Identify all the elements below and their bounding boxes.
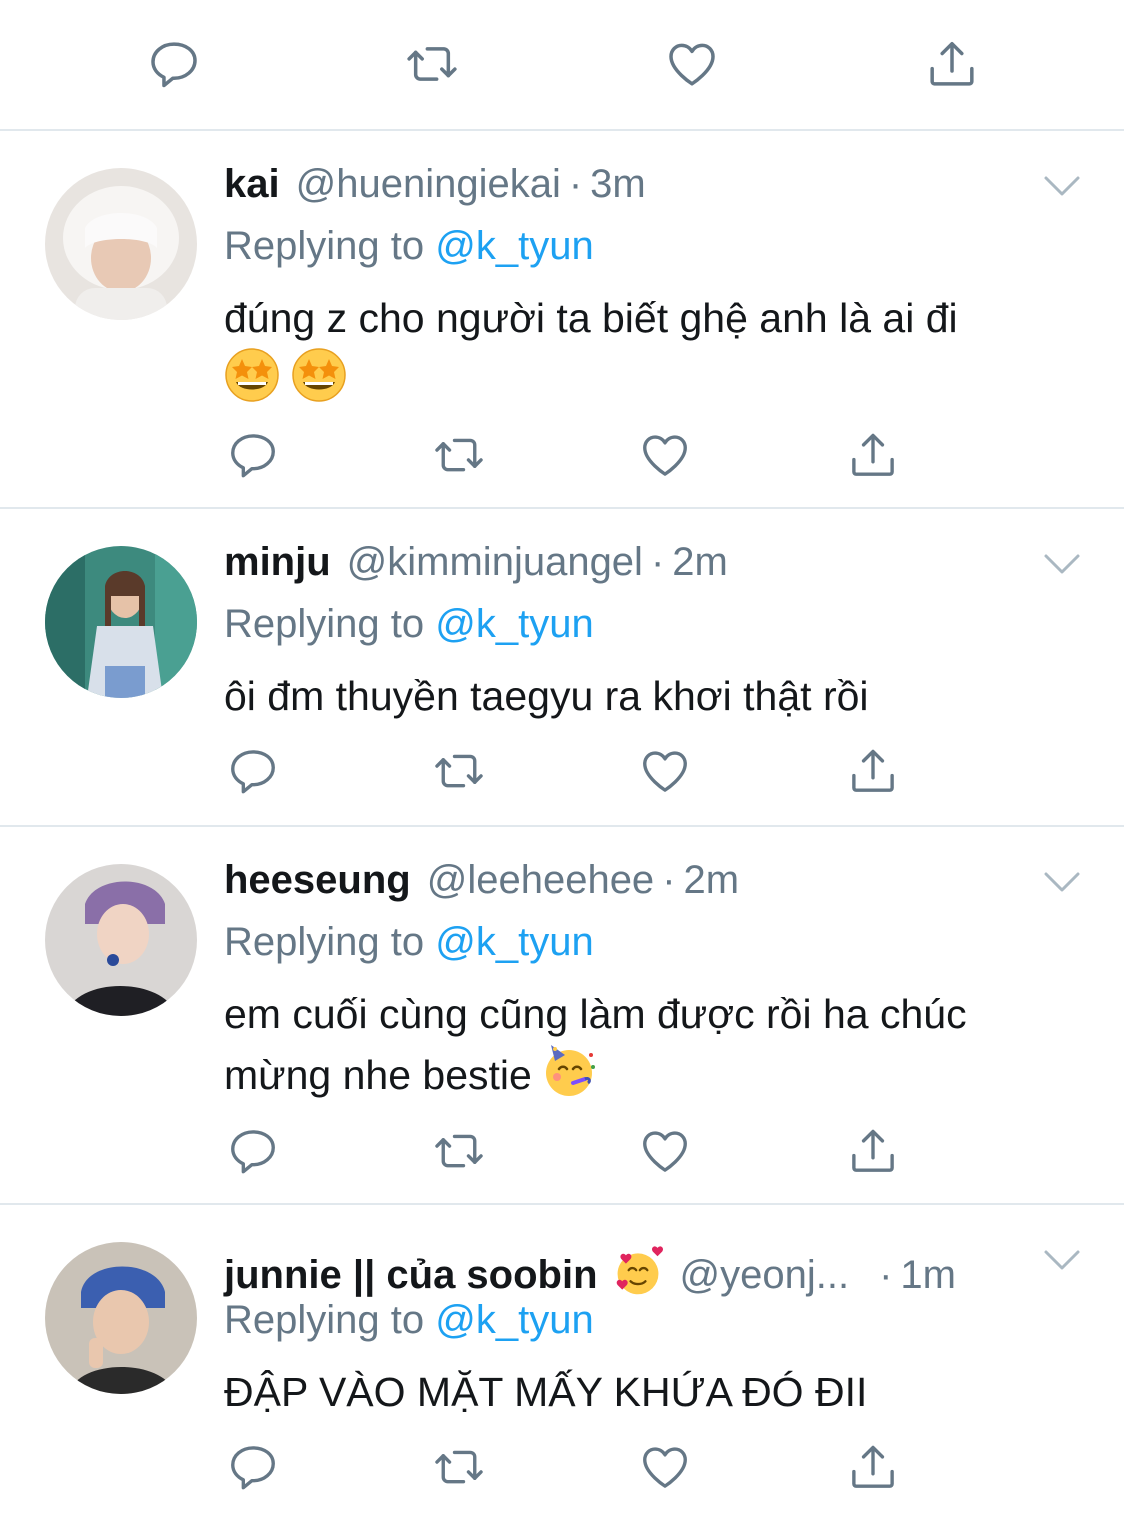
tweet-text: đúng z cho người ta biết ghệ anh là ai đ… bbox=[224, 290, 1084, 408]
replying-to: Replying to @k_tyun bbox=[224, 920, 594, 965]
replying-to: Replying to @k_tyun bbox=[224, 602, 594, 647]
chevron-down-icon[interactable] bbox=[1042, 1246, 1082, 1276]
share-icon[interactable] bbox=[846, 1440, 900, 1494]
retweet-icon[interactable] bbox=[432, 428, 486, 482]
avatar[interactable] bbox=[45, 864, 197, 1016]
display-name[interactable]: junnie || của soobin bbox=[224, 1253, 598, 1298]
retweet-icon[interactable] bbox=[432, 744, 486, 798]
avatar[interactable] bbox=[45, 168, 197, 320]
reply-icon[interactable] bbox=[226, 428, 280, 482]
separator-dot: · bbox=[879, 1253, 893, 1297]
replying-label: Replying to bbox=[224, 602, 425, 646]
user-handle[interactable]: @hueningiekai bbox=[296, 162, 561, 207]
like-icon[interactable] bbox=[638, 1124, 692, 1178]
reply-icon[interactable] bbox=[226, 1124, 280, 1178]
display-name[interactable]: minju bbox=[224, 540, 331, 585]
mention-link[interactable]: @k_tyun bbox=[435, 602, 593, 646]
like-icon[interactable] bbox=[638, 744, 692, 798]
reply-tweet[interactable]: minju @kimminjuangel · 2m Replying to @k… bbox=[0, 508, 1124, 826]
reply-icon[interactable] bbox=[144, 34, 204, 94]
mention-link[interactable]: @k_tyun bbox=[435, 920, 593, 964]
tweet-text-line: em cuối cùng cũng làm được rồi ha chúc bbox=[224, 991, 967, 1037]
avatar[interactable] bbox=[45, 1242, 197, 1394]
star-struck-emoji bbox=[224, 347, 280, 403]
avatar[interactable] bbox=[45, 546, 197, 698]
reply-icon[interactable] bbox=[226, 1440, 280, 1494]
reply-tweet[interactable]: heeseung @leeheehee · 2m Replying to @k_… bbox=[0, 826, 1124, 1204]
reply-tweet[interactable]: kai @hueningiekai · 3m Replying to @k_ty… bbox=[0, 130, 1124, 508]
timestamp[interactable]: 2m bbox=[672, 540, 728, 585]
replying-label: Replying to bbox=[224, 224, 425, 268]
share-icon[interactable] bbox=[846, 744, 900, 798]
tweet-text-line: mừng nhe bestie bbox=[224, 1052, 532, 1098]
timestamp[interactable]: 2m bbox=[684, 858, 740, 903]
like-icon[interactable] bbox=[638, 428, 692, 482]
display-name[interactable]: heeseung bbox=[224, 858, 411, 903]
reply-icon[interactable] bbox=[226, 744, 280, 798]
replying-label: Replying to bbox=[224, 920, 425, 964]
separator-dot: · bbox=[662, 858, 676, 902]
tweet-text: ĐẬP VÀO MẶT MẤY KHỨA ĐÓ ĐII bbox=[224, 1369, 868, 1415]
user-handle[interactable]: @yeonj... bbox=[680, 1253, 850, 1298]
chevron-down-icon[interactable] bbox=[1042, 868, 1082, 898]
share-icon[interactable] bbox=[922, 34, 982, 94]
chevron-down-icon[interactable] bbox=[1042, 550, 1082, 580]
retweet-icon[interactable] bbox=[432, 1124, 486, 1178]
like-icon[interactable] bbox=[638, 1440, 692, 1494]
share-icon[interactable] bbox=[846, 1124, 900, 1178]
share-icon[interactable] bbox=[846, 428, 900, 482]
tweet-text: em cuối cùng cũng làm được rồi ha chúc m… bbox=[224, 986, 1084, 1104]
retweet-icon[interactable] bbox=[432, 1440, 486, 1494]
timestamp[interactable]: 1m bbox=[900, 1253, 956, 1298]
replying-to: Replying to @k_tyun bbox=[224, 224, 594, 269]
top-action-bar bbox=[0, 0, 1124, 130]
chevron-down-icon[interactable] bbox=[1042, 172, 1082, 202]
smiling-face-with-hearts-emoji bbox=[612, 1246, 664, 1298]
separator-dot: · bbox=[568, 162, 583, 206]
replying-label: Replying to bbox=[224, 1298, 425, 1342]
mention-link[interactable]: @k_tyun bbox=[435, 224, 593, 268]
tweet-text-content: đúng z cho người ta biết ghệ anh là ai đ… bbox=[224, 295, 958, 341]
tweet-text: ôi đm thuyền taegyu ra khơi thật rồi bbox=[224, 673, 869, 719]
mention-link[interactable]: @k_tyun bbox=[435, 1298, 593, 1342]
user-handle[interactable]: @leeheehee bbox=[427, 858, 654, 903]
like-icon[interactable] bbox=[662, 34, 722, 94]
star-struck-emoji bbox=[291, 347, 347, 403]
user-handle[interactable]: @kimminjuangel bbox=[347, 540, 643, 585]
display-name[interactable]: kai bbox=[224, 162, 280, 207]
replying-to: Replying to @k_tyun bbox=[224, 1298, 594, 1343]
retweet-icon[interactable] bbox=[402, 34, 462, 94]
reply-tweet[interactable]: junnie || của soobin @yeonj... · 1m Repl… bbox=[0, 1204, 1124, 1520]
timestamp[interactable]: 3m bbox=[590, 162, 646, 207]
partying-face-emoji bbox=[543, 1043, 599, 1099]
separator-dot: · bbox=[650, 540, 665, 584]
